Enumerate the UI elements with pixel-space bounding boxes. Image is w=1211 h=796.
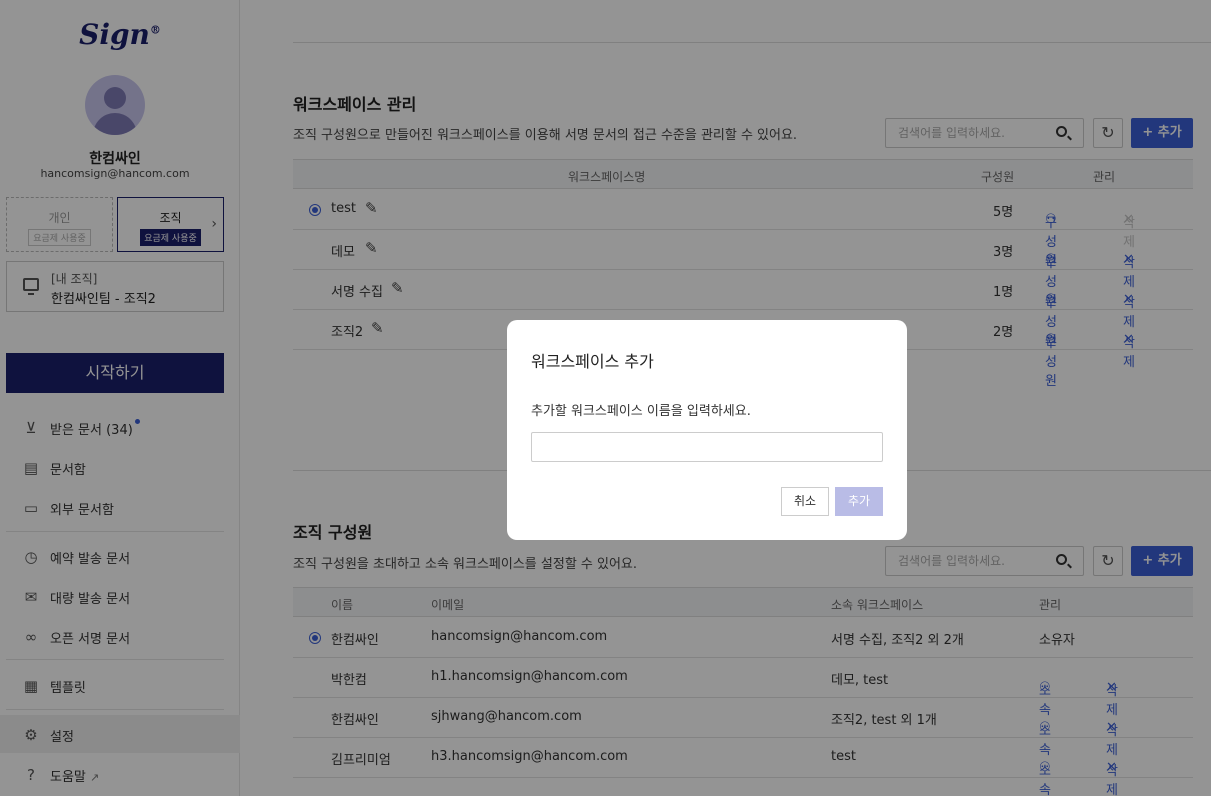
workspace-name-input[interactable] xyxy=(531,432,883,462)
dialog-message: 추가할 워크스페이스 이름을 입력하세요. xyxy=(531,404,751,419)
add-workspace-dialog: 워크스페이스 추가 추가할 워크스페이스 이름을 입력하세요. 취소 추가 xyxy=(507,320,907,540)
dialog-title: 워크스페이스 추가 xyxy=(531,352,654,371)
confirm-add-button[interactable]: 추가 xyxy=(835,487,883,516)
cancel-button[interactable]: 취소 xyxy=(781,487,829,516)
